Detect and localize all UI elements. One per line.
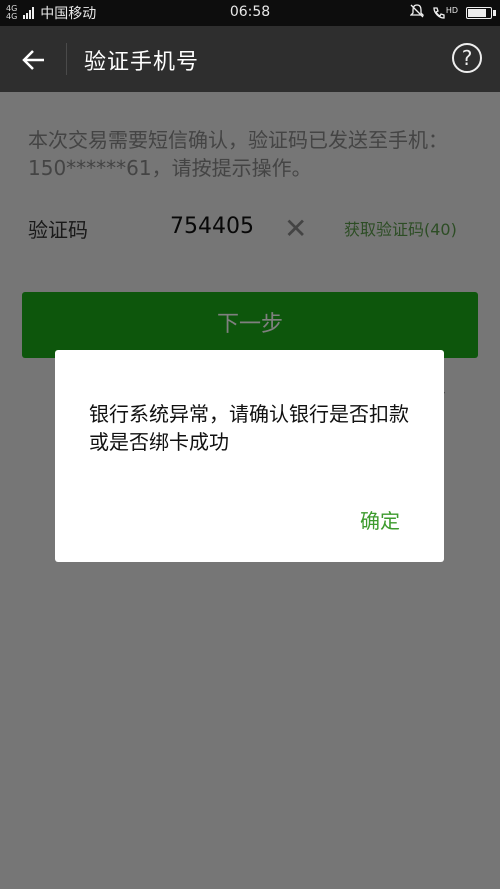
mute-icon <box>409 4 425 21</box>
question-circle-icon: ? <box>461 46 473 70</box>
dialog-message: 银行系统异常，请确认银行是否扣款或是否绑卡成功 <box>89 402 409 454</box>
hd-label: HD <box>445 5 458 15</box>
confirm-button[interactable]: 确定 <box>360 505 400 534</box>
title-bar: 验证手机号 ? <box>0 26 500 92</box>
arrow-left-icon <box>22 50 44 70</box>
status-bar: 4G 4G 中国移动 06:58 HD <box>0 0 500 26</box>
title-divider <box>66 43 67 75</box>
battery-icon <box>466 6 496 19</box>
back-button[interactable] <box>18 44 50 76</box>
status-right: HD <box>409 4 496 21</box>
hd-call-icon: HD <box>432 6 458 20</box>
help-button[interactable]: ? <box>452 43 482 73</box>
alert-dialog: 银行系统异常，请确认银行是否扣款或是否绑卡成功 确定 <box>55 350 444 562</box>
page-title: 验证手机号 <box>84 50 200 75</box>
